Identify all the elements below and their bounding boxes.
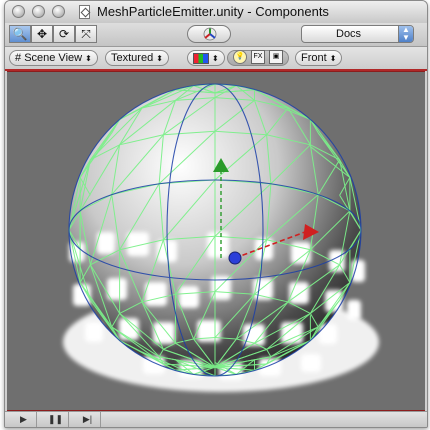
unity-window: MeshParticleEmitter.unity - Components 🔍…	[4, 0, 428, 428]
pause-icon: ❚❚	[47, 414, 64, 424]
lightbulb-icon[interactable]: 💡	[233, 50, 247, 64]
scale-tool-button[interactable]: ⤧	[75, 25, 97, 43]
rotate-icon: ⟳	[58, 27, 70, 41]
document-icon	[79, 5, 90, 19]
scene-gizmo-toggle[interactable]	[187, 25, 231, 43]
updown-arrows-icon: ⬍	[156, 54, 163, 63]
scene-render	[63, 83, 379, 392]
fx-label: FX	[253, 53, 263, 60]
playback-bar: ▶ ❚❚ ▶|	[5, 411, 427, 427]
pause-button[interactable]: ❚❚	[43, 412, 69, 427]
scene-view-label: Scene View	[24, 52, 83, 64]
scene-view-dropdown[interactable]: # Scene View ⬍	[9, 50, 98, 66]
updown-arrows-icon: ⬍	[212, 54, 219, 63]
rgb-channel-icon	[193, 52, 209, 64]
grid-icon: #	[15, 52, 22, 64]
move-tool-button[interactable]: ✥	[31, 25, 53, 43]
scene-viewport[interactable]	[7, 71, 425, 411]
play-icon: ▶	[20, 414, 27, 424]
close-window-button[interactable]	[12, 5, 25, 18]
view-tool-button[interactable]: 🔍	[9, 25, 31, 43]
play-button[interactable]: ▶	[11, 412, 37, 427]
draw-mode-dropdown[interactable]: Textured ⬍	[105, 50, 169, 66]
draw-mode-label: Textured	[111, 52, 154, 64]
z-axis-handle[interactable]	[228, 251, 242, 265]
layout-dropdown-value: Docs	[336, 28, 362, 40]
minimize-window-button[interactable]	[32, 5, 45, 18]
layout-dropdown[interactable]: Docs ▲ ▼	[301, 25, 414, 43]
zoom-window-button[interactable]	[52, 5, 65, 18]
cube-icon[interactable]: ▣	[269, 50, 283, 64]
camera-view-dropdown[interactable]: Front ⬍	[295, 50, 343, 66]
updown-arrows-icon: ⬍	[85, 54, 92, 63]
updown-arrows-icon: ▲ ▼	[398, 26, 413, 42]
step-icon: ▶|	[82, 414, 93, 424]
window-title: MeshParticleEmitter.unity - Components	[97, 4, 329, 19]
toolbar: 🔍 ✥ ⟳ ⤧ Docs ▲ ▼	[5, 23, 427, 47]
updown-arrows-icon: ⬍	[329, 54, 337, 63]
magnifier-icon: 🔍	[12, 27, 28, 41]
title-bar: MeshParticleEmitter.unity - Components	[5, 1, 427, 24]
scene-options-bar: # Scene View ⬍ Textured ⬍ ⬍ 💡 FX ▣ Front ⬍	[5, 47, 427, 71]
rotate-tool-button[interactable]: ⟳	[53, 25, 75, 43]
render-channel-dropdown[interactable]: ⬍	[187, 50, 225, 66]
fx-toggle[interactable]: FX	[251, 50, 265, 64]
scale-icon: ⤧	[81, 27, 91, 41]
camera-view-label: Front	[301, 52, 327, 64]
move-arrows-icon: ✥	[36, 27, 48, 41]
step-button[interactable]: ▶|	[75, 412, 101, 427]
axis-gizmo-icon	[203, 27, 217, 41]
